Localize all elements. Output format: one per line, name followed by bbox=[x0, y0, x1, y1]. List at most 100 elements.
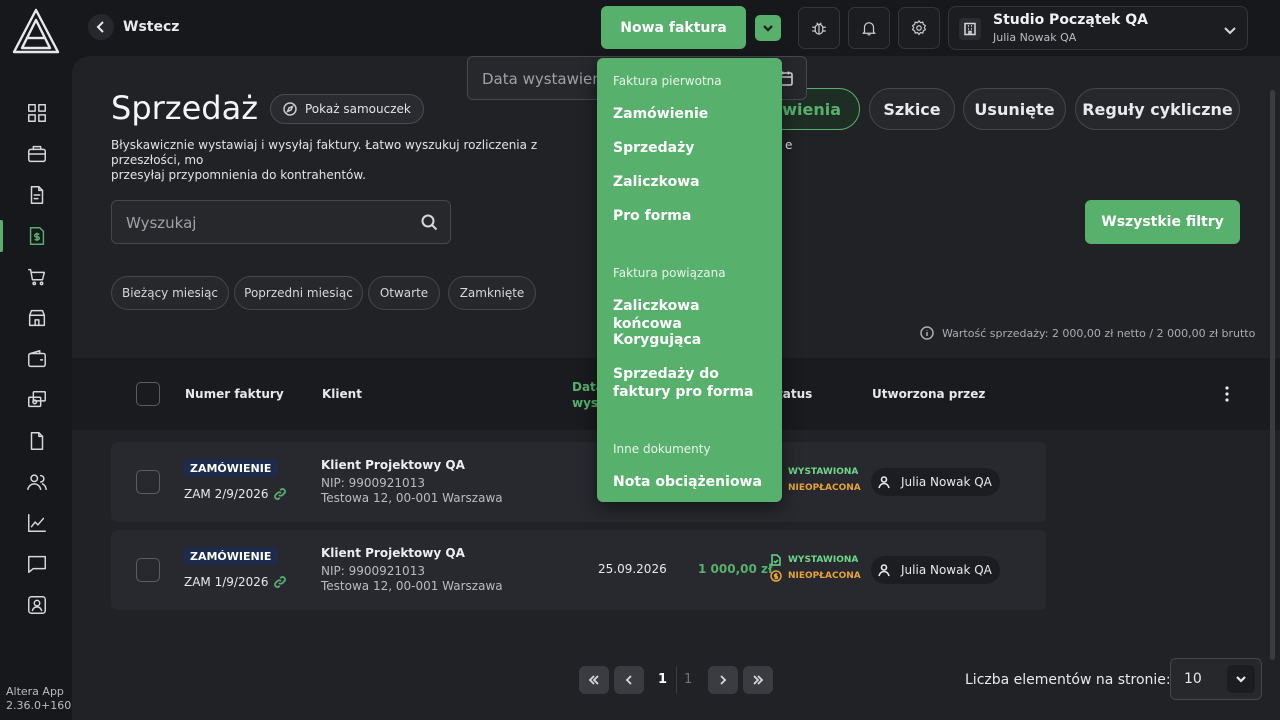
link-icon[interactable] bbox=[273, 487, 287, 501]
app-logo-icon[interactable] bbox=[12, 8, 60, 54]
gear-icon bbox=[911, 19, 927, 36]
link-icon[interactable] bbox=[273, 575, 287, 589]
active-indicator bbox=[0, 220, 3, 252]
document-check-icon bbox=[771, 554, 781, 566]
date-placeholder: Data wystawieni bbox=[482, 70, 606, 88]
current-page[interactable]: 1 bbox=[658, 672, 667, 687]
column-created-by[interactable]: Utworzona przez bbox=[872, 387, 985, 401]
invoice-number: ZAM 1/9/2026 bbox=[184, 575, 287, 589]
row-checkbox[interactable] bbox=[136, 558, 160, 582]
chip-current-month[interactable]: Bieżący miesiąc bbox=[111, 276, 229, 310]
app-version-number: 2.36.0+1602 bbox=[6, 699, 79, 712]
client-nip: NIP: 9900921013 bbox=[321, 564, 425, 578]
file-icon[interactable] bbox=[24, 428, 50, 454]
notifications-button[interactable] bbox=[848, 7, 890, 49]
scrollbar[interactable] bbox=[1270, 90, 1275, 660]
show-tutorial-button[interactable]: Pokaż samouczek bbox=[270, 94, 424, 124]
user-icon bbox=[878, 476, 890, 489]
back-label[interactable]: Wstecz bbox=[123, 19, 179, 35]
chevron-left-icon bbox=[96, 21, 104, 33]
cart-icon[interactable] bbox=[24, 264, 50, 290]
per-page-select[interactable]: 10 bbox=[1170, 658, 1262, 700]
bug-icon bbox=[812, 22, 826, 35]
document-edit-icon[interactable] bbox=[24, 182, 50, 208]
created-by-chip: Julia Nowak QA bbox=[871, 468, 1000, 496]
menu-item-final-advance[interactable]: Zaliczkowa końcowa bbox=[613, 297, 773, 333]
tab-drafts[interactable]: Szkice bbox=[869, 88, 955, 130]
search-icon[interactable] bbox=[421, 214, 438, 231]
status-unpaid: NIEOPŁACONA bbox=[770, 480, 861, 496]
status-unpaid-text: NIEOPŁACONA bbox=[788, 571, 861, 581]
first-page-button[interactable] bbox=[579, 666, 609, 694]
menu-item-order[interactable]: Zamówienie bbox=[613, 105, 773, 123]
menu-item-debit-note[interactable]: Nota obciążeniowa bbox=[613, 473, 773, 491]
menu-item-sales-from-pro-forma[interactable]: Sprzedaży do faktury pro forma bbox=[613, 365, 773, 401]
column-client[interactable]: Klient bbox=[322, 387, 362, 401]
new-invoice-dropdown-toggle[interactable] bbox=[755, 15, 781, 41]
coin-icon bbox=[770, 570, 782, 582]
app-version: Altera App 2.36.0+1602 bbox=[6, 685, 78, 713]
company-user: Julia Nowak QA bbox=[993, 31, 1077, 44]
info-icon bbox=[920, 326, 934, 340]
tab-recurring-rules[interactable]: Reguły cykliczne bbox=[1075, 88, 1240, 130]
menu-section-primary: Faktura pierwotna bbox=[613, 74, 722, 88]
new-invoice-button[interactable]: Nowa faktura bbox=[601, 6, 746, 49]
total-pages[interactable]: 1 bbox=[684, 672, 692, 687]
chart-icon[interactable] bbox=[24, 510, 50, 536]
column-invoice-number[interactable]: Numer faktury bbox=[185, 387, 284, 401]
back-button[interactable] bbox=[88, 14, 114, 40]
wallet-icon[interactable] bbox=[24, 346, 50, 372]
last-page-button[interactable] bbox=[743, 666, 773, 694]
menu-item-sales[interactable]: Sprzedaży bbox=[613, 139, 773, 157]
store-icon[interactable] bbox=[24, 305, 50, 331]
page-description-tail: e bbox=[785, 138, 793, 152]
status-issued-text: WYSTAWIONA bbox=[788, 555, 859, 565]
briefcase-icon[interactable] bbox=[24, 141, 50, 167]
status-badge: WYSTAWIONA NIEOPŁACONA bbox=[770, 552, 861, 584]
payments-icon[interactable] bbox=[24, 387, 50, 413]
search-placeholder: Wyszukaj bbox=[126, 214, 197, 232]
sales-invoice-icon[interactable] bbox=[24, 223, 50, 249]
menu-item-correction[interactable]: Korygująca bbox=[613, 331, 773, 349]
compass-icon bbox=[283, 102, 297, 116]
issue-date: 25.09.2026 bbox=[598, 562, 667, 576]
sales-summary-text: Wartość sprzedaży: 2 000,00 zł netto / 2… bbox=[942, 326, 1256, 340]
user-icon bbox=[878, 564, 890, 577]
table-row[interactable]: ZAMÓWIENIE ZAM 1/9/2026 Klient Projektow… bbox=[111, 530, 1046, 610]
company-switcher[interactable]: Studio Początek QA Julia Nowak QA bbox=[948, 6, 1248, 50]
chat-icon[interactable] bbox=[24, 551, 50, 577]
all-filters-button[interactable]: Wszystkie filtry bbox=[1085, 200, 1240, 244]
more-vertical-icon[interactable] bbox=[1222, 385, 1232, 403]
column-status[interactable]: tatus bbox=[777, 387, 812, 401]
search-input[interactable]: Wyszukaj bbox=[111, 200, 451, 244]
status-issued: WYSTAWIONA bbox=[770, 552, 861, 568]
chip-previous-month[interactable]: Poprzedni miesiąc bbox=[234, 276, 363, 310]
dashboard-icon[interactable] bbox=[24, 100, 50, 126]
previous-page-button[interactable] bbox=[614, 666, 644, 694]
per-page-label: Liczba elementów na stronie: bbox=[965, 672, 1171, 688]
chip-open[interactable]: Otwarte bbox=[368, 276, 440, 310]
client-address: Testowa 12, 00-001 Warszawa bbox=[321, 579, 503, 593]
select-all-checkbox[interactable] bbox=[136, 382, 160, 406]
chip-closed[interactable]: Zamknięte bbox=[448, 276, 536, 310]
page-description: Błyskawicznie wystawiaj i wysyłaj faktur… bbox=[111, 138, 591, 183]
new-invoice-menu: Faktura pierwotna Zamówienie Sprzedaży Z… bbox=[597, 58, 782, 502]
company-name: Studio Początek QA bbox=[993, 12, 1148, 28]
client-nip: NIP: 9900921013 bbox=[321, 476, 425, 490]
menu-section-other: Inne dokumenty bbox=[613, 442, 711, 456]
building-icon bbox=[959, 18, 981, 40]
row-checkbox[interactable] bbox=[136, 470, 160, 494]
menu-item-pro-forma[interactable]: Pro forma bbox=[613, 207, 773, 225]
user-card-icon[interactable] bbox=[24, 592, 50, 618]
settings-button[interactable] bbox=[898, 7, 940, 49]
document-type-badge: ZAMÓWIENIE bbox=[184, 547, 278, 565]
table-row[interactable]: ZAMÓWIENIE ZAM 2/9/2026 Klient Projektow… bbox=[111, 442, 1046, 522]
created-by-name: Julia Nowak QA bbox=[901, 563, 992, 577]
contacts-icon[interactable] bbox=[24, 469, 50, 495]
tab-deleted[interactable]: Usunięte bbox=[963, 88, 1066, 130]
created-by-chip: Julia Nowak QA bbox=[871, 556, 1000, 584]
next-page-button[interactable] bbox=[708, 666, 738, 694]
bug-report-button[interactable] bbox=[798, 7, 840, 49]
chevrons-left-icon bbox=[588, 675, 599, 685]
menu-item-advance[interactable]: Zaliczkowa bbox=[613, 173, 773, 191]
